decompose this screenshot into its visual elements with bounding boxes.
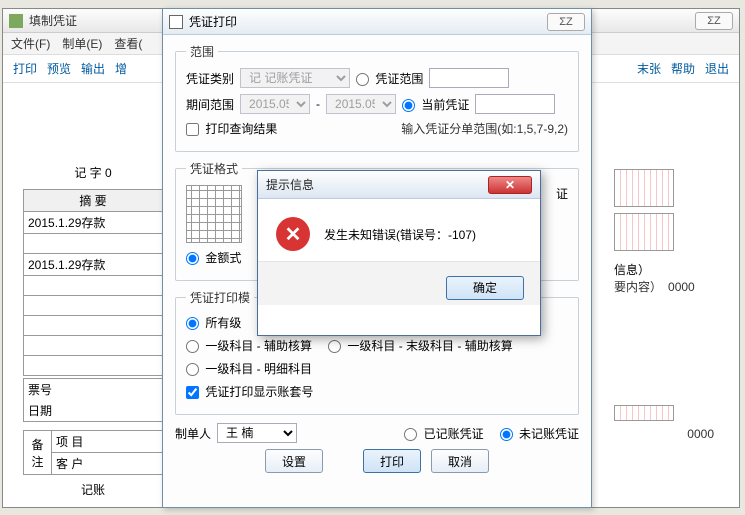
radio-lvl1-detail[interactable]: 一级科目 - 明细科目 xyxy=(186,360,312,377)
zeros: 0000 xyxy=(687,427,714,441)
table-row[interactable] xyxy=(24,234,163,254)
remark-customer: 客 户 xyxy=(52,453,163,475)
error-icon: ✕ xyxy=(276,217,310,251)
table-row[interactable] xyxy=(24,296,163,316)
message-text: 发生未知错误(错误号：-107) xyxy=(324,226,476,243)
amount-grid xyxy=(614,405,674,421)
amount-grid xyxy=(614,169,674,207)
menu-view[interactable]: 查看( xyxy=(114,35,142,52)
print-button[interactable]: 打印 xyxy=(363,449,421,473)
radio-unposted[interactable]: 未记账凭证 xyxy=(500,425,579,442)
settings-button[interactable]: 设置 xyxy=(265,449,323,473)
voucher-footer-table: 票号 日期 xyxy=(23,378,163,422)
tool-export[interactable]: 输出 xyxy=(81,60,105,77)
scope-hint: 输入凭证分单范围(如:1,5,7-9,2) xyxy=(401,120,568,137)
remark-label: 备注 xyxy=(24,431,52,475)
label-maker: 制单人 xyxy=(175,425,211,442)
right-info2: 要内容） xyxy=(614,278,662,295)
checkbox-show-acctset[interactable]: 凭证打印显示账套号 xyxy=(186,383,313,400)
main-close-button[interactable]: ΣΖ xyxy=(695,12,733,30)
voucher-number-label: 记 字 0 xyxy=(23,164,163,181)
legend-template: 凭证打印模 xyxy=(186,289,254,306)
legend-format: 凭证格式 xyxy=(186,160,242,177)
radio-lvl1-last-aux[interactable]: 一级科目 - 末级科目 - 辅助核算 xyxy=(328,337,513,354)
message-dialog: 提示信息 ✕ ✕ 发生未知错误(错误号：-107) 确定 xyxy=(257,170,541,336)
table-row[interactable] xyxy=(24,276,163,296)
label-category: 凭证类别 xyxy=(186,70,234,87)
radio-voucher-scope[interactable]: 凭证范围 xyxy=(356,70,423,87)
zeros: 0000 xyxy=(668,280,695,294)
select-category: 记 记账凭证 xyxy=(240,68,350,88)
cancel-button[interactable]: 取消 xyxy=(431,449,489,473)
print-dialog-close-button[interactable]: ΣΖ xyxy=(547,13,585,31)
table-row[interactable] xyxy=(24,356,163,376)
radio-current-voucher[interactable]: 当前凭证 xyxy=(402,96,469,113)
message-title: 提示信息 xyxy=(266,176,488,193)
tool-help[interactable]: 帮助 xyxy=(671,60,695,77)
dialog-icon xyxy=(169,15,183,29)
radio-amount-format[interactable]: 金额式 xyxy=(186,249,241,266)
print-dialog-title: 凭证打印 xyxy=(189,13,543,30)
tool-add[interactable]: 增 xyxy=(115,60,127,77)
tool-exit[interactable]: 退出 xyxy=(705,60,729,77)
footer-ticket: 票号 xyxy=(24,379,163,401)
app-icon xyxy=(9,14,23,28)
radio-all-levels[interactable]: 所有级 xyxy=(186,314,241,331)
table-row[interactable]: 2015.1.29存款 xyxy=(24,254,163,276)
input-scope-value[interactable] xyxy=(429,68,509,88)
remark-project: 项 目 xyxy=(52,431,163,453)
tool-last[interactable]: 末张 xyxy=(637,60,661,77)
radio-lvl1-aux[interactable]: 一级科目 - 辅助核算 xyxy=(186,337,312,354)
print-dialog-titlebar: 凭证打印 ΣΖ xyxy=(163,9,591,35)
ok-button[interactable]: 确定 xyxy=(446,276,524,300)
format-preview xyxy=(186,185,242,243)
col-summary: 摘 要 xyxy=(24,190,163,212)
tool-preview[interactable]: 预览 xyxy=(47,60,71,77)
menu-file[interactable]: 文件(F) xyxy=(11,35,50,52)
label-period: 期间范围 xyxy=(186,96,234,113)
group-scope: 范围 凭证类别 记 记账凭证 凭证范围 期间范围 2015.05 - 2015.… xyxy=(175,43,579,152)
select-maker[interactable]: 王 楠 xyxy=(217,423,297,443)
select-period-from: 2015.05 xyxy=(240,94,310,114)
input-current-value[interactable] xyxy=(475,94,555,114)
legend-scope: 范围 xyxy=(186,43,218,60)
right-info: 信息） xyxy=(614,261,714,278)
table-row[interactable] xyxy=(24,336,163,356)
voucher-area: 记 字 0 摘 要 2015.1.29存款 2015.1.29存款 票号 日期 … xyxy=(23,164,163,498)
menu-make[interactable]: 制单(E) xyxy=(62,35,102,52)
footer-date: 日期 xyxy=(24,400,163,422)
tool-print[interactable]: 打印 xyxy=(13,60,37,77)
right-strip: 信息） 要内容） 0000 0000 xyxy=(614,169,714,441)
message-close-button[interactable]: ✕ xyxy=(488,176,532,194)
checkbox-print-query[interactable]: 打印查询结果 xyxy=(186,120,277,137)
table-row[interactable]: 2015.1.29存款 xyxy=(24,212,163,234)
amount-grid xyxy=(614,213,674,251)
table-row[interactable] xyxy=(24,316,163,336)
bottom-post-label: 记账 xyxy=(23,481,163,498)
remark-table: 备注 项 目 客 户 xyxy=(23,430,163,475)
radio-posted[interactable]: 已记账凭证 xyxy=(404,425,483,442)
voucher-summary-table: 摘 要 2015.1.29存款 2015.1.29存款 xyxy=(23,189,163,376)
message-titlebar: 提示信息 ✕ xyxy=(258,171,540,199)
select-period-to: 2015.05 xyxy=(326,94,396,114)
